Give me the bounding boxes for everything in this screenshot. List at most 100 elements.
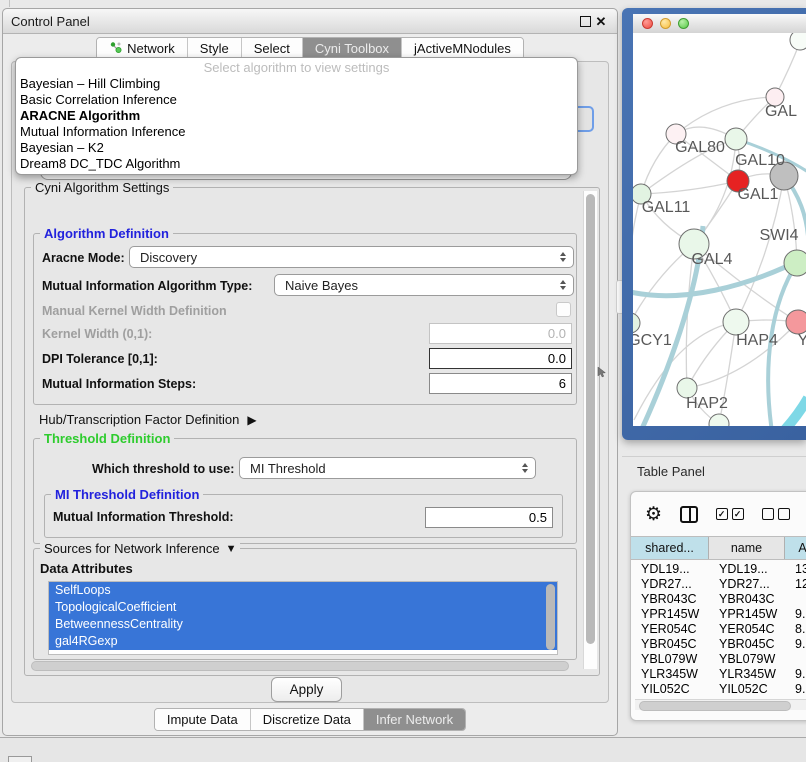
deselect-all-icon[interactable] bbox=[762, 508, 790, 520]
network-node[interactable] bbox=[786, 310, 806, 334]
mi-steps-input[interactable] bbox=[429, 373, 572, 394]
table-cell: 9. bbox=[785, 667, 806, 682]
tab-select[interactable]: Select bbox=[241, 38, 302, 59]
list-vscrollbar-thumb[interactable] bbox=[546, 584, 555, 650]
tab-cyni-toolbox[interactable]: Cyni Toolbox bbox=[302, 38, 401, 59]
column-header-a[interactable]: A bbox=[785, 537, 806, 559]
dropdown-placeholder: Select algorithm to view settings bbox=[16, 60, 577, 76]
threshold-definition-title: Threshold Definition bbox=[40, 431, 174, 446]
control-panel-title: Control Panel bbox=[11, 14, 577, 29]
node-label-gal: GAL bbox=[765, 103, 797, 120]
attribute-item-gal4rgexp[interactable]: gal4RGexp bbox=[49, 633, 557, 650]
aracne-mode-label: Aracne Mode: bbox=[42, 251, 125, 265]
table-cell: 8. bbox=[785, 622, 806, 637]
attribute-item-selfloops[interactable]: SelfLoops bbox=[49, 582, 557, 599]
dropdown-item-dream8-dc-tdc-algorithm[interactable]: Dream8 DC_TDC Algorithm bbox=[16, 156, 577, 172]
sources-group-title-wrap[interactable]: Sources for Network Inference ▼ bbox=[40, 541, 240, 556]
table-row[interactable]: YBL079WYBL079W bbox=[631, 652, 806, 667]
aracne-mode-value: Discovery bbox=[140, 250, 197, 265]
table-cell: YBL079W bbox=[709, 652, 785, 667]
network-node[interactable] bbox=[633, 313, 640, 333]
dropdown-item-basic-correlation-inference[interactable]: Basic Correlation Inference bbox=[16, 92, 577, 108]
table-cell: YIL052C bbox=[709, 682, 785, 697]
table-row[interactable]: YBR043CYBR043C bbox=[631, 592, 806, 607]
table-row[interactable]: YPR145WYPR145W9. bbox=[631, 607, 806, 622]
mi-threshold-field-wrap bbox=[425, 507, 553, 528]
table-row[interactable]: YDL19...YDL19...13 bbox=[631, 562, 806, 577]
apply-button[interactable]: Apply bbox=[271, 677, 342, 702]
table-cell: YDR27... bbox=[709, 577, 785, 592]
attribute-item-betweennesscentrality[interactable]: BetweennessCentrality bbox=[49, 616, 557, 633]
which-threshold-value: MI Threshold bbox=[250, 461, 326, 476]
tab-infer-network[interactable]: Infer Network bbox=[363, 709, 465, 730]
select-all-icon[interactable]: ✓✓ bbox=[716, 508, 744, 520]
minimized-panel-button[interactable] bbox=[8, 756, 32, 762]
tab-network[interactable]: Network bbox=[97, 38, 187, 59]
network-node[interactable] bbox=[784, 250, 806, 276]
column-view-icon[interactable] bbox=[680, 506, 698, 523]
which-threshold-label: Which threshold to use: bbox=[92, 462, 234, 476]
node-label-gal11: GAL11 bbox=[642, 199, 691, 216]
dropdown-item-aracne-algorithm[interactable]: ARACNE Algorithm bbox=[16, 108, 577, 124]
network-icon bbox=[109, 41, 122, 57]
dropdown-item-mutual-information-inference[interactable]: Mutual Information Inference bbox=[16, 124, 577, 140]
table-row[interactable]: YIL052CYIL052C9. bbox=[631, 682, 806, 697]
node-label-gal80: GAL80 bbox=[675, 139, 725, 156]
network-canvas[interactable]: GALGAL80GAL10GAL1GAL11SWI4GAL4GCY1HAP4YH… bbox=[633, 33, 806, 426]
table-panel: ⚙ ✓✓ shared...nameA YDL19...YDL19...13YD… bbox=[630, 491, 806, 721]
network-node[interactable] bbox=[790, 33, 806, 50]
table-body: YDL19...YDL19...13YDR27...YDR27...12YBR0… bbox=[631, 560, 806, 697]
table-cell: YPR145W bbox=[631, 607, 709, 622]
table-hscrollbar-thumb[interactable] bbox=[639, 701, 791, 711]
table-cell: YBR043C bbox=[631, 592, 709, 607]
tab-discretize-data[interactable]: Discretize Data bbox=[250, 709, 363, 730]
settings-hscrollbar-thumb[interactable] bbox=[31, 661, 569, 671]
close-traffic-light[interactable] bbox=[642, 18, 653, 29]
table-cell: YER054C bbox=[709, 622, 785, 637]
cyni-algorithm-settings-group: Cyni Algorithm Settings Algorithm Defini… bbox=[24, 187, 600, 676]
table-row[interactable]: YLR345WYLR345W9. bbox=[631, 667, 806, 682]
close-window-button[interactable]: ✕ bbox=[593, 13, 609, 29]
tab-jactivemnodules[interactable]: jActiveMNodules bbox=[401, 38, 523, 59]
dropdown-item-bayesian-hill-climbing[interactable]: Bayesian – Hill Climbing bbox=[16, 76, 577, 92]
network-node[interactable] bbox=[709, 414, 729, 426]
column-header-name[interactable]: name bbox=[709, 537, 785, 559]
tab-style[interactable]: Style bbox=[187, 38, 241, 59]
table-cell: 9. bbox=[785, 637, 806, 652]
manual-kernel-width-label: Manual Kernel Width Definition bbox=[42, 304, 227, 318]
manual-kernel-width-checkbox[interactable] bbox=[556, 302, 571, 317]
aracne-mode-combobox[interactable]: Discovery bbox=[129, 246, 574, 268]
mi-algorithm-type-combobox[interactable]: Naive Bayes bbox=[274, 274, 574, 296]
table-panel-title: Table Panel bbox=[637, 464, 705, 479]
tab-impute-data[interactable]: Impute Data bbox=[155, 709, 250, 730]
table-row[interactable]: YER054CYER054C8. bbox=[631, 622, 806, 637]
node-label-gal10: GAL10 bbox=[735, 152, 785, 169]
minimize-traffic-light[interactable] bbox=[660, 18, 671, 29]
settings-vscrollbar-thumb[interactable] bbox=[586, 194, 595, 644]
table-hscrollbar-track[interactable] bbox=[635, 699, 806, 710]
application-root: Control Panel ✕ NetworkStyleSelectCyni T… bbox=[0, 0, 806, 762]
node-label-gal4: GAL4 bbox=[692, 251, 733, 268]
settings-gear-icon[interactable]: ⚙ bbox=[645, 505, 662, 524]
zoom-traffic-light[interactable] bbox=[678, 18, 689, 29]
kernel-width-input[interactable] bbox=[429, 323, 572, 344]
algorithm-dropdown: Select algorithm to view settings Bayesi… bbox=[15, 57, 578, 175]
table-cell: YBL079W bbox=[631, 652, 709, 667]
settings-vscrollbar-track[interactable] bbox=[583, 191, 597, 669]
data-attributes-list[interactable]: SelfLoopsTopologicalCoefficientBetweenne… bbox=[48, 581, 558, 655]
network-node[interactable] bbox=[725, 128, 747, 150]
attribute-item-topologicalcoefficient[interactable]: TopologicalCoefficient bbox=[49, 599, 557, 616]
float-window-button[interactable] bbox=[577, 13, 593, 29]
column-header-shared-[interactable]: shared... bbox=[631, 537, 709, 559]
dropdown-item-bayesian-k2[interactable]: Bayesian – K2 bbox=[16, 140, 577, 156]
mi-steps-label: Mutual Information Steps: bbox=[42, 377, 196, 391]
table-header-row: shared...nameA bbox=[631, 536, 806, 560]
table-row[interactable]: YDR27...YDR27...12 bbox=[631, 577, 806, 592]
algorithm-definition-title: Algorithm Definition bbox=[40, 226, 173, 241]
dpi-tolerance-input[interactable] bbox=[429, 348, 572, 369]
mi-threshold-input[interactable] bbox=[425, 507, 553, 528]
table-cell bbox=[785, 592, 806, 607]
hub-definition-expander[interactable]: Hub/Transcription Factor Definition ▶ bbox=[39, 412, 257, 427]
which-threshold-combobox[interactable]: MI Threshold bbox=[239, 457, 536, 479]
table-row[interactable]: YBR045CYBR045C9. bbox=[631, 637, 806, 652]
